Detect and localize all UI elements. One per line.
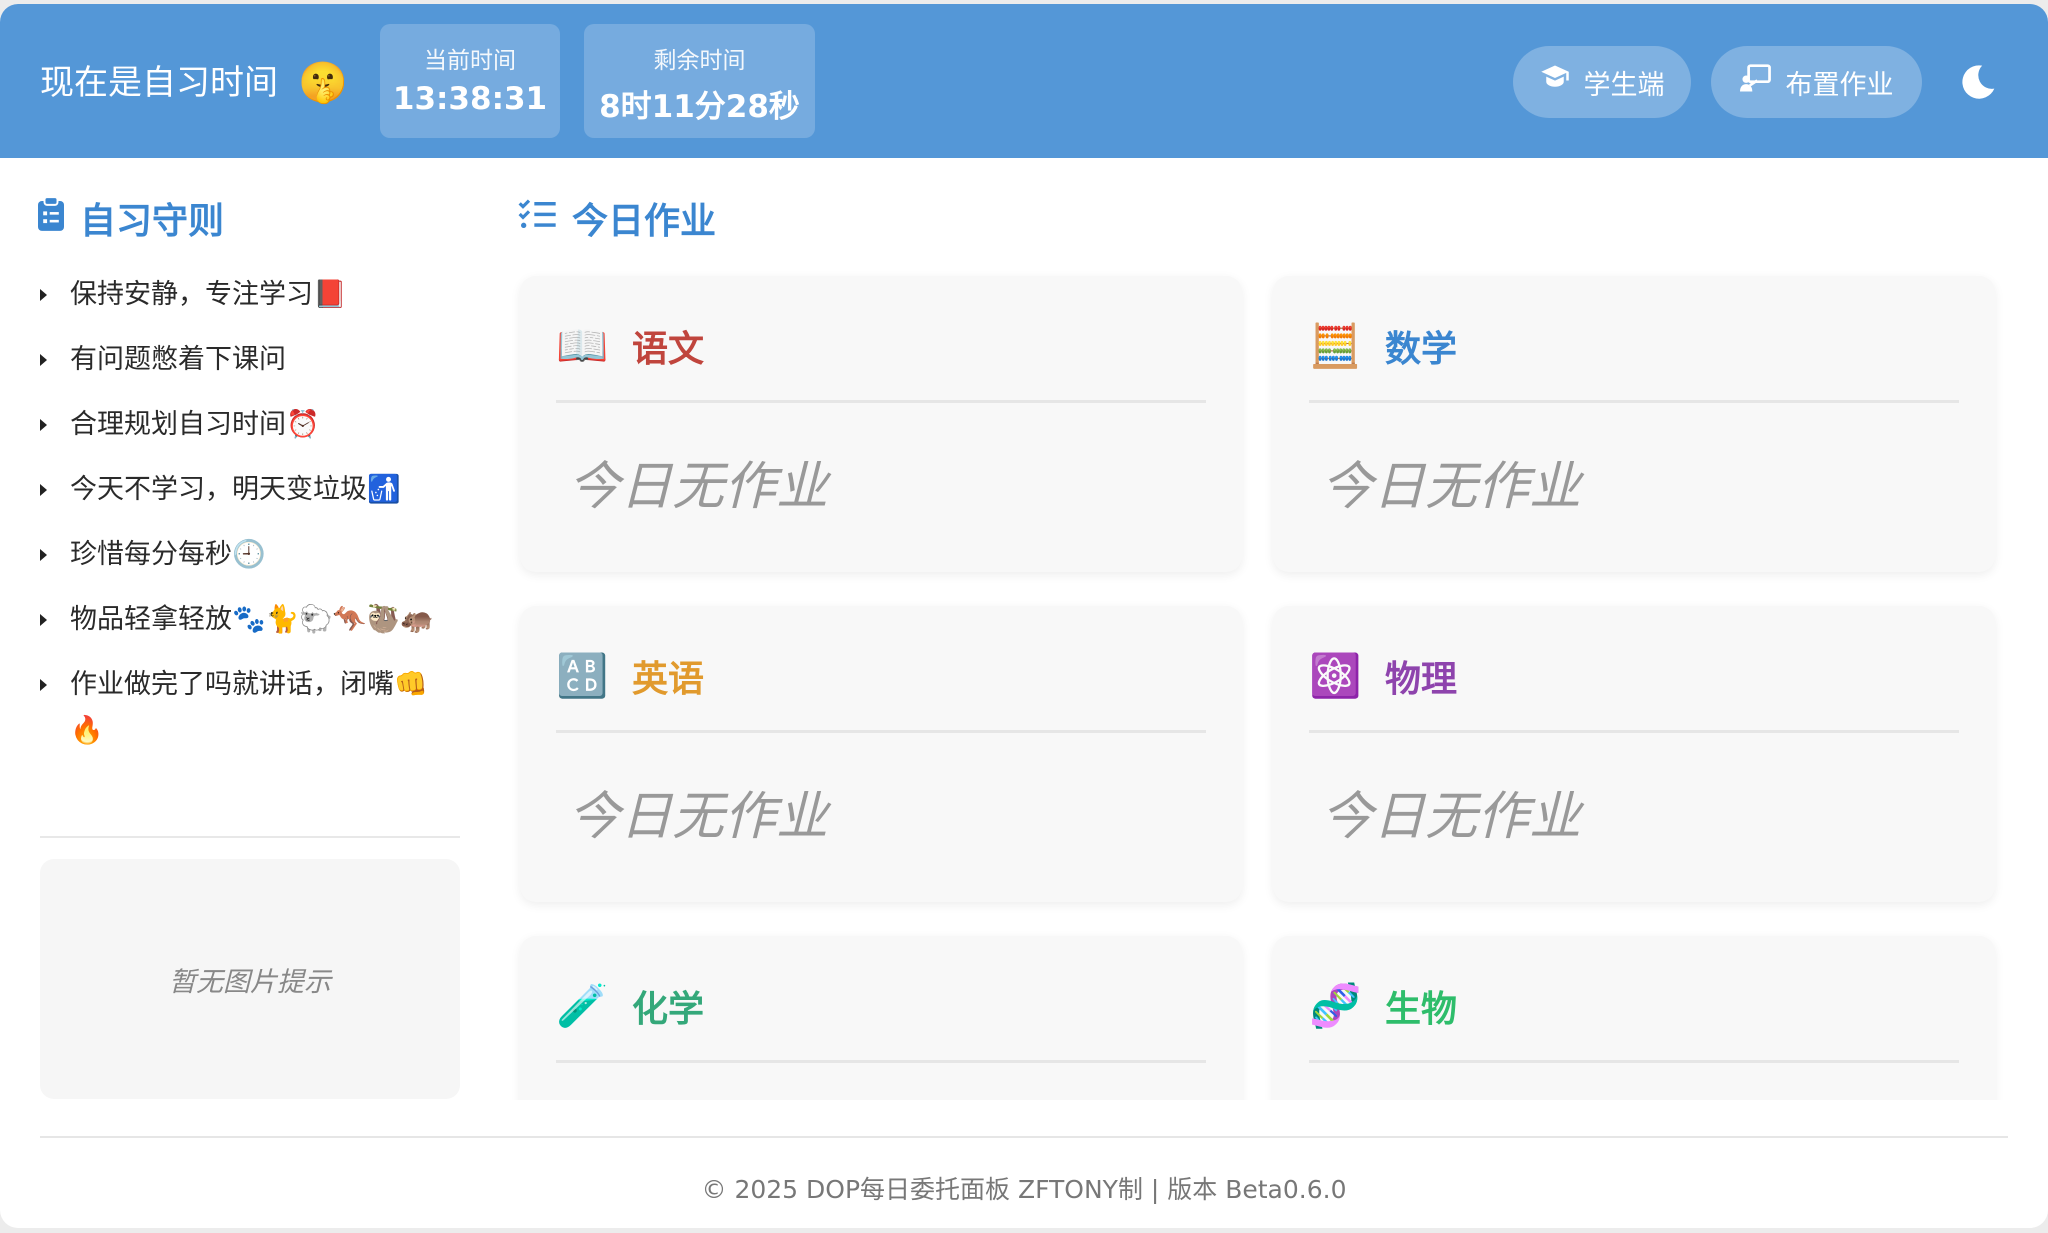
rule-item: 作业做完了吗就讲话，闭嘴👊🔥: [38, 662, 458, 754]
current-time-box: 当前时间 13:38:31: [380, 24, 560, 138]
clipboard-icon: [38, 196, 64, 239]
rule-item: 有问题憋着下课问: [38, 337, 458, 383]
open-book-icon: 📖: [556, 321, 609, 370]
student-portal-label: 学生端: [1583, 69, 1665, 101]
sidebar-divider: [40, 836, 460, 838]
assign-homework-button[interactable]: 布置作业: [1711, 46, 1922, 118]
remaining-time-value: 8时11分28秒: [599, 89, 800, 125]
homework-card-chemistry[interactable]: 🧪 化学: [520, 936, 1242, 1100]
homework-card-math[interactable]: 🧮 数学 今日无作业: [1273, 276, 1995, 572]
subject-name: 物理: [1385, 659, 1458, 700]
study-status: 现在是自习时间 🤫: [40, 58, 348, 108]
homework-content: 今日无作业: [568, 457, 829, 517]
card-divider: [556, 730, 1206, 733]
test-tube-icon: 🧪: [556, 981, 609, 1030]
homework-card-biology[interactable]: 🧬 生物: [1273, 936, 1995, 1100]
homework-card-physics[interactable]: ⚛️ 物理 今日无作业: [1273, 606, 1995, 902]
subject-name: 生物: [1385, 989, 1458, 1030]
card-divider: [1309, 400, 1959, 403]
rule-item: 珍惜每分每秒🕘: [38, 532, 458, 578]
rule-item: 合理规划自习时间⏰: [38, 402, 458, 448]
rules-list: 保持安静，专注学习📕 有问题憋着下课问 合理规划自习时间⏰ 今天不学习，明天变垃…: [38, 272, 458, 773]
rules-heading: 自习守则: [38, 192, 224, 244]
homework-card-english[interactable]: 🔠 英语 今日无作业: [520, 606, 1242, 902]
subject-name: 数学: [1385, 329, 1458, 370]
current-time-value: 13:38:31: [392, 81, 548, 117]
homework-content: 今日无作业: [1321, 457, 1582, 517]
image-hint-placeholder: 暂无图片提示: [169, 966, 331, 998]
card-divider: [556, 400, 1206, 403]
assign-homework-label: 布置作业: [1785, 69, 1894, 101]
subject-name: 语文: [632, 329, 705, 370]
card-divider: [1309, 1060, 1959, 1063]
shush-face-icon: 🤫: [298, 60, 348, 106]
rule-item: 物品轻拿轻放🐾🐈🐑🦘🦥🦛: [38, 597, 458, 643]
abcd-icon: 🔠: [556, 651, 609, 700]
teacher-board-icon: [1739, 63, 1772, 101]
checklist-icon: [518, 198, 556, 239]
homework-content: 今日无作业: [568, 787, 829, 847]
remaining-time-label: 剩余时间: [653, 48, 746, 74]
current-time-label: 当前时间: [424, 48, 516, 74]
atom-icon: ⚛️: [1309, 651, 1362, 700]
homework-title: 今日作业: [572, 201, 717, 242]
homework-heading: 今日作业: [518, 192, 716, 244]
remaining-time-box: 剩余时间 8时11分28秒: [584, 24, 815, 138]
dna-icon: 🧬: [1309, 981, 1362, 1030]
homework-grid: 📖 语文 今日无作业 🧮 数学 今日无作业 🔠 英语 今日无作业 ⚛️ 物理 今…: [500, 264, 2020, 1100]
homework-content: 今日无作业: [1321, 787, 1582, 847]
status-text: 现在是自习时间: [40, 63, 278, 103]
homework-card-chinese[interactable]: 📖 语文 今日无作业: [520, 276, 1242, 572]
abacus-icon: 🧮: [1309, 321, 1362, 370]
student-portal-button[interactable]: 学生端: [1513, 46, 1691, 118]
graduation-cap-icon: [1540, 63, 1570, 101]
card-divider: [556, 1060, 1206, 1063]
rule-item: 今天不学习，明天变垃圾🚮: [38, 467, 458, 513]
footer-text: © 2025 DOP每日委托面板 ZFTONY制 | 版本 Beta0.6.0: [701, 1175, 1347, 1204]
subject-name: 化学: [632, 989, 705, 1030]
image-hint-box: 暂无图片提示: [40, 859, 460, 1099]
subject-name: 英语: [632, 659, 705, 700]
card-divider: [1309, 730, 1959, 733]
footer-divider: [40, 1136, 2008, 1138]
moon-icon[interactable]: [1958, 62, 1998, 112]
app-window: 现在是自习时间 🤫 当前时间 13:38:31 剩余时间 8时11分28秒 学生…: [0, 4, 2048, 1228]
header-bar: 现在是自习时间 🤫 当前时间 13:38:31 剩余时间 8时11分28秒 学生…: [0, 4, 2048, 158]
rules-title: 自习守则: [80, 201, 225, 242]
rule-item: 保持安静，专注学习📕: [38, 272, 458, 318]
